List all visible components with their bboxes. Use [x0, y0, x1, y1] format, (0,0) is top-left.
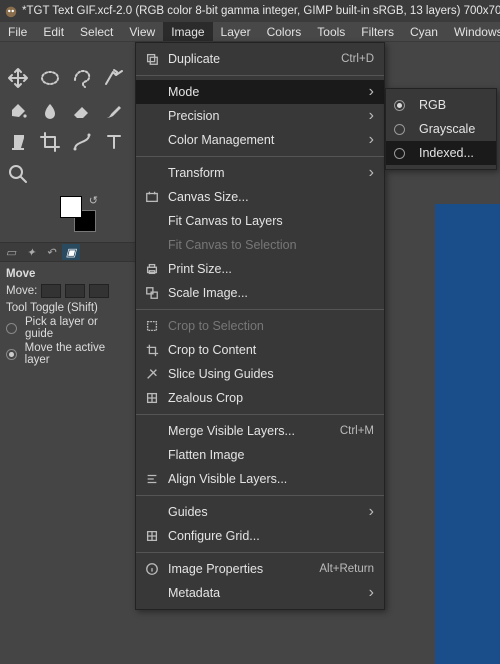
menuitem-duplicate[interactable]: DuplicateCtrl+D: [136, 47, 384, 71]
menu-bar: FileEditSelectViewImageLayerColorsToolsF…: [0, 22, 500, 42]
menu-view[interactable]: View: [121, 22, 163, 41]
paths-tool[interactable]: [66, 126, 98, 158]
free-select-tool[interactable]: [66, 62, 98, 94]
zoom-tool[interactable]: [2, 158, 34, 190]
image-canvas[interactable]: [435, 204, 500, 664]
smudge-tool[interactable]: [34, 94, 66, 126]
duplicate-icon: [144, 51, 160, 67]
clone-tool[interactable]: [2, 126, 34, 158]
radio-pick-layer[interactable]: Pick a layer or guide: [6, 316, 129, 340]
menu-layer[interactable]: Layer: [213, 22, 259, 41]
menuitem-fit-canvas-to-selection: Fit Canvas to Selection: [136, 233, 384, 257]
move-mode-layer[interactable]: [41, 284, 61, 298]
menuitem-precision[interactable]: Precision: [136, 104, 384, 128]
window-title: *TGT Text GIF.xcf-2.0 (RGB color 8-bit g…: [22, 5, 500, 17]
tab-images[interactable]: ▣: [62, 244, 80, 260]
text-tool[interactable]: [98, 126, 130, 158]
menuitem-image-properties[interactable]: Image PropertiesAlt+Return: [136, 557, 384, 581]
menu-edit[interactable]: Edit: [35, 22, 72, 41]
menuitem-configure-grid[interactable]: Configure Grid...: [136, 524, 384, 548]
crop-sel-icon: [144, 318, 160, 334]
move-mode-path[interactable]: [89, 284, 109, 298]
menu-image-dropdown: DuplicateCtrl+D ModePrecisionColor Manage…: [135, 42, 385, 610]
fg-bg-color-widget[interactable]: ↺: [60, 196, 96, 232]
menu-tools[interactable]: Tools: [309, 22, 353, 41]
menuitem-transform[interactable]: Transform: [136, 161, 384, 185]
paintbrush-tool[interactable]: [98, 94, 130, 126]
tool-options-title: Move: [6, 268, 129, 280]
menuitem-color-management[interactable]: Color Management: [136, 128, 384, 152]
move-row-label: Move:: [6, 285, 37, 297]
zealous-icon: [144, 390, 160, 406]
menuitem-crop-to-selection: Crop to Selection: [136, 314, 384, 338]
tab-tool-options[interactable]: ▭: [2, 244, 20, 260]
move-tool[interactable]: [2, 62, 34, 94]
tab-history[interactable]: ↶: [42, 244, 60, 260]
crop-icon: [144, 342, 160, 358]
radio-icon: [394, 124, 405, 135]
menu-cyan[interactable]: Cyan: [402, 22, 446, 41]
mode-option-indexed[interactable]: Indexed...: [386, 141, 496, 165]
grid-icon: [144, 528, 160, 544]
menu-filters[interactable]: Filters: [353, 22, 402, 41]
menuitem-metadata[interactable]: Metadata: [136, 581, 384, 605]
tool-grid: [0, 62, 135, 190]
ellipse-select-tool[interactable]: [34, 62, 66, 94]
menu-file[interactable]: File: [0, 22, 35, 41]
tool-toggle-label: Tool Toggle (Shift): [6, 302, 129, 314]
swap-colors-icon[interactable]: ↺: [89, 194, 98, 207]
canvas-icon: [144, 189, 160, 205]
menuitem-mode[interactable]: Mode: [136, 80, 384, 104]
menuitem-crop-to-content[interactable]: Crop to Content: [136, 338, 384, 362]
mode-option-grayscale[interactable]: Grayscale: [386, 117, 496, 141]
radio-icon: [394, 148, 405, 159]
toolbox-panel: ↺ ▭ ✦ ↶ ▣ Move Move: Tool Toggle (Shift)…: [0, 44, 135, 372]
fg-color-swatch[interactable]: [60, 196, 82, 218]
fuzzy-select-tool[interactable]: [98, 62, 130, 94]
print-icon: [144, 261, 160, 277]
tab-device-status[interactable]: ✦: [22, 244, 40, 260]
menu-windows[interactable]: Windows: [446, 22, 500, 41]
menuitem-print-size[interactable]: Print Size...: [136, 257, 384, 281]
move-mode-selection[interactable]: [65, 284, 85, 298]
align-icon: [144, 471, 160, 487]
dock-tab-strip: ▭ ✦ ↶ ▣: [0, 242, 135, 262]
crop-tool[interactable]: [34, 126, 66, 158]
menu-select[interactable]: Select: [72, 22, 121, 41]
scale-icon: [144, 285, 160, 301]
menuitem-slice-using-guides[interactable]: Slice Using Guides: [136, 362, 384, 386]
radio-move-active[interactable]: Move the active layer: [6, 342, 129, 366]
menuitem-align-visible-layers[interactable]: Align Visible Layers...: [136, 467, 384, 491]
menuitem-fit-canvas-to-layers[interactable]: Fit Canvas to Layers: [136, 209, 384, 233]
radio-icon: [394, 100, 405, 111]
menuitem-scale-image[interactable]: Scale Image...: [136, 281, 384, 305]
tool-options-panel: Move Move: Tool Toggle (Shift) Pick a la…: [0, 262, 135, 372]
menuitem-canvas-size[interactable]: Canvas Size...: [136, 185, 384, 209]
info-icon: [144, 561, 160, 577]
eraser-tool[interactable]: [66, 94, 98, 126]
menuitem-guides[interactable]: Guides: [136, 500, 384, 524]
menuitem-merge-visible-layers[interactable]: Merge Visible Layers...Ctrl+M: [136, 419, 384, 443]
menuitem-flatten-image[interactable]: Flatten Image: [136, 443, 384, 467]
submenu-mode: RGBGrayscaleIndexed...: [385, 88, 497, 170]
menu-image[interactable]: Image: [163, 22, 212, 41]
menu-colors[interactable]: Colors: [259, 22, 310, 41]
menuitem-zealous-crop[interactable]: Zealous Crop: [136, 386, 384, 410]
bucket-fill-tool[interactable]: [2, 94, 34, 126]
title-bar: *TGT Text GIF.xcf-2.0 (RGB color 8-bit g…: [0, 0, 500, 22]
slice-icon: [144, 366, 160, 382]
app-logo-icon: [4, 4, 18, 18]
mode-option-rgb[interactable]: RGB: [386, 93, 496, 117]
